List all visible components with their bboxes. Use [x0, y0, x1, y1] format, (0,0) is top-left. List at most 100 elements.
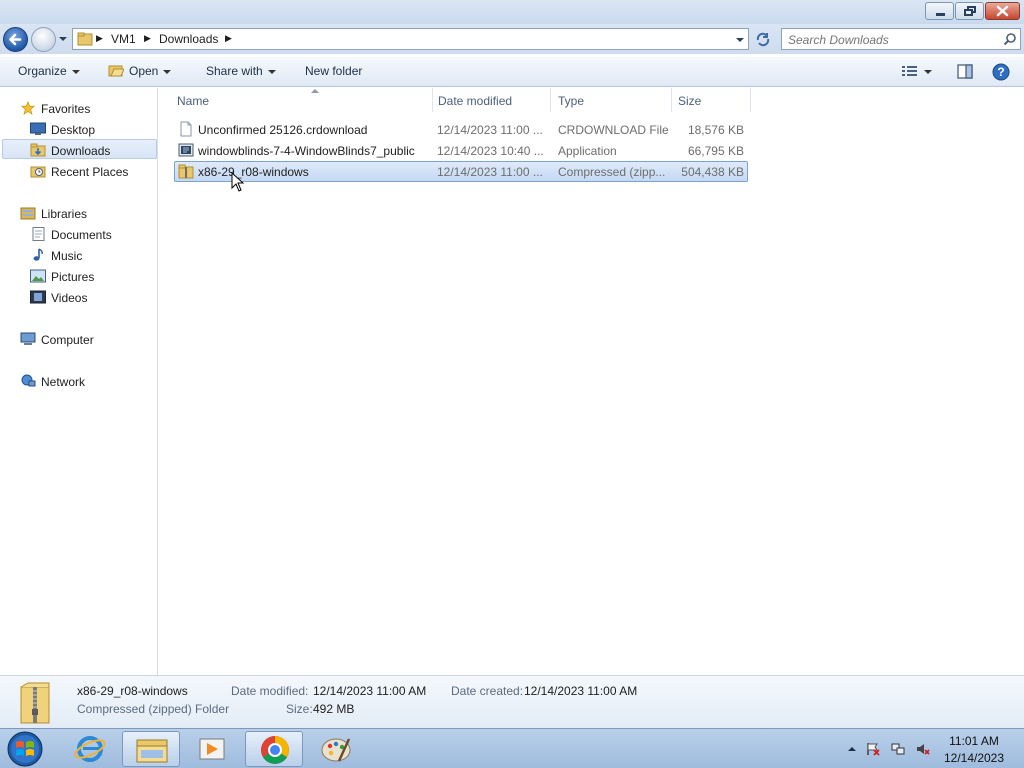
windows-explorer-icon — [136, 739, 168, 763]
file-size: 504,438 KB — [681, 165, 744, 179]
nav-downloads[interactable]: Downloads — [30, 141, 150, 160]
search-input[interactable] — [788, 32, 998, 47]
file-size: 66,795 KB — [687, 144, 744, 158]
action-center-flag-icon[interactable] — [866, 742, 880, 756]
volume-muted-icon[interactable] — [916, 742, 930, 756]
preview-pane-icon — [957, 64, 973, 79]
new-folder-button[interactable]: New folder — [305, 64, 362, 78]
file-date-modified: 12/14/2023 11:00 ... — [437, 123, 543, 137]
search-box[interactable] — [781, 28, 1021, 50]
nav-recent-places[interactable]: Recent Places — [30, 162, 155, 181]
file-row[interactable]: windowblinds-7-4-WindowBlinds7_public 12… — [174, 140, 748, 161]
breadcrumb-separator[interactable]: ▶ — [144, 33, 151, 44]
address-bar[interactable]: ▶ VM1 ▶ Downloads ▶ — [72, 28, 749, 50]
show-hidden-icons-button[interactable] — [845, 742, 859, 756]
sort-ascending-icon — [311, 89, 319, 93]
organize-button[interactable]: Organize — [18, 64, 80, 78]
column-header-size[interactable]: Size — [672, 88, 750, 112]
nav-favorites-label: Favorites — [41, 102, 91, 116]
help-button[interactable]: ? — [992, 63, 1010, 81]
taskbar-chrome[interactable] — [245, 731, 303, 767]
start-button[interactable] — [3, 730, 47, 768]
network-status-icon[interactable] — [891, 742, 905, 756]
nav-recent-places-label: Recent Places — [51, 165, 129, 179]
file-type: CRDOWNLOAD File — [558, 123, 669, 137]
nav-documents[interactable]: Documents — [30, 225, 150, 244]
taskbar-internet-explorer[interactable] — [61, 731, 119, 767]
blank-file-icon — [180, 121, 192, 137]
mouse-cursor-icon — [231, 172, 245, 192]
chevron-down-icon — [267, 69, 276, 74]
open-folder-icon — [108, 65, 124, 77]
view-options-button[interactable] — [902, 65, 938, 79]
details-date-modified-label: Date modified: — [231, 684, 309, 698]
file-date-modified: 12/14/2023 10:40 ... — [437, 144, 544, 158]
file-row[interactable]: Unconfirmed 25126.crdownload 12/14/2023 … — [174, 119, 748, 140]
refresh-button[interactable] — [751, 28, 775, 50]
nav-desktop[interactable]: Desktop — [30, 120, 150, 139]
restore-button[interactable] — [955, 2, 984, 20]
share-with-button[interactable]: Share with — [206, 64, 276, 78]
column-header-date-label: Date modified — [438, 94, 513, 108]
close-button[interactable] — [985, 2, 1020, 20]
view-list-icon — [902, 66, 917, 76]
new-folder-label: New folder — [305, 64, 363, 78]
preview-pane-button[interactable] — [957, 64, 973, 79]
open-button[interactable]: Open — [108, 64, 172, 78]
nav-pictures[interactable]: Pictures — [30, 267, 150, 286]
internet-explorer-icon — [74, 736, 106, 762]
nav-favorites[interactable]: Favorites — [20, 99, 150, 118]
nav-computer-label: Computer — [41, 333, 94, 347]
nav-libraries[interactable]: Libraries — [20, 204, 150, 223]
nav-videos[interactable]: Videos — [30, 288, 150, 307]
breadcrumb-downloads[interactable]: Downloads — [159, 32, 218, 46]
column-divider[interactable] — [750, 88, 751, 112]
computer-icon — [20, 332, 36, 345]
downloads-folder-icon — [30, 143, 46, 157]
star-icon — [20, 101, 36, 115]
back-button[interactable] — [3, 27, 28, 52]
minimize-button[interactable] — [925, 2, 954, 20]
details-pane: x86-29_r08-windows Compressed (zipped) F… — [0, 675, 1024, 728]
nav-downloads-label: Downloads — [51, 144, 111, 158]
file-row-selected[interactable]: x86-29_r08-windows 12/14/2023 11:00 ... … — [174, 161, 748, 182]
file-list: Name Date modified Type Size Unconfirmed… — [159, 88, 1024, 675]
recent-places-icon — [30, 166, 46, 178]
breadcrumb-separator[interactable]: ▶ — [96, 33, 103, 44]
taskbar-media-player[interactable] — [183, 731, 241, 767]
file-name: x86-29_r08-windows — [198, 165, 309, 179]
desktop-icon — [30, 122, 46, 135]
taskbar-windows-explorer[interactable] — [122, 731, 180, 767]
close-icon — [996, 5, 1009, 17]
file-date-modified: 12/14/2023 11:00 ... — [437, 165, 543, 179]
clock[interactable]: 11:01 AM 12/14/2023 — [938, 729, 1010, 767]
organize-label: Organize — [18, 64, 67, 78]
recent-pages-dropdown[interactable] — [58, 33, 68, 45]
file-type: Application — [558, 144, 617, 158]
taskbar-paint[interactable] — [307, 731, 365, 767]
refresh-icon — [756, 32, 770, 47]
nav-computer[interactable]: Computer — [20, 330, 150, 349]
forward-button[interactable] — [31, 27, 56, 52]
navigation-pane: Favorites Desktop Downloads Recent Place… — [0, 88, 158, 675]
column-header-date-modified[interactable]: Date modified — [433, 88, 550, 112]
title-bar — [0, 0, 1024, 24]
column-header-type[interactable]: Type — [551, 88, 671, 112]
clock-time: 11:01 AM — [949, 734, 999, 748]
column-header-name[interactable]: Name — [174, 88, 432, 112]
nav-desktop-label: Desktop — [51, 123, 96, 137]
file-name: windowblinds-7-4-WindowBlinds7_public — [198, 144, 415, 158]
nav-network[interactable]: Network — [20, 372, 150, 391]
command-bar: Organize Open Share with New folder ? — [0, 57, 1024, 87]
file-name: Unconfirmed 25126.crdownload — [198, 123, 368, 137]
nav-music[interactable]: Music — [30, 246, 150, 265]
breadcrumb-vm1[interactable]: VM1 — [111, 32, 136, 46]
details-date-modified: 12/14/2023 11:00 AM — [313, 684, 427, 698]
search-icon[interactable] — [1003, 32, 1017, 46]
breadcrumb-separator[interactable]: ▶ — [225, 33, 232, 44]
chrome-icon — [261, 736, 289, 764]
zip-folder-large-icon — [20, 682, 50, 724]
nav-network-label: Network — [41, 375, 86, 389]
nav-music-label: Music — [51, 249, 83, 263]
chevron-down-icon[interactable] — [734, 34, 746, 46]
